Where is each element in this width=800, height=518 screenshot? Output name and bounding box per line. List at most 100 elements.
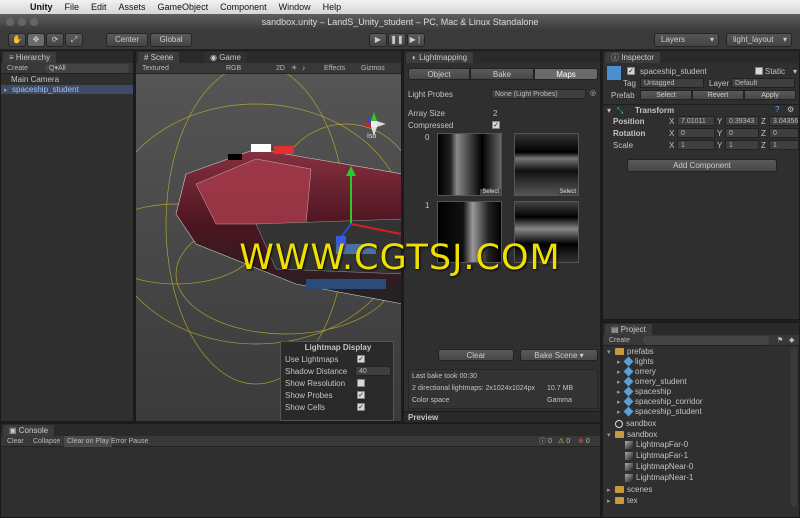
- 2d-toggle[interactable]: 2D: [276, 63, 285, 74]
- lightmap-far-0-thumbnail[interactable]: Select: [437, 133, 502, 196]
- error-count-toggle[interactable]: ⊗ 0: [578, 436, 590, 447]
- project-item-lightmapfar-1[interactable]: LightmapFar-1: [617, 451, 688, 460]
- project-scene-sandbox[interactable]: sandbox: [607, 419, 656, 428]
- prefab-apply-button[interactable]: Apply: [744, 90, 796, 100]
- select-button[interactable]: Select: [557, 189, 578, 195]
- use-lightmaps-checkbox[interactable]: ✓: [357, 355, 365, 363]
- hierarchy-item-spaceship-student[interactable]: ▸ spaceship_student: [1, 85, 133, 94]
- menu-assets[interactable]: Assets: [119, 2, 146, 12]
- lighting-toggle-icon[interactable]: ☀: [291, 63, 297, 74]
- console-clear-on-play-button[interactable]: Clear on Play: [64, 436, 113, 447]
- move-tool-icon[interactable]: ✥: [27, 33, 45, 47]
- transform-header[interactable]: ▾ ⤡ Transform ? ⚙: [603, 104, 799, 115]
- position-x-field[interactable]: 7.01011: [677, 116, 715, 126]
- layers-dropdown[interactable]: Layers: [654, 33, 719, 47]
- object-picker-icon[interactable]: ◎: [590, 89, 596, 97]
- close-dot-icon[interactable]: [6, 18, 14, 26]
- app-menu[interactable]: Unity: [30, 2, 53, 12]
- show-resolution-checkbox[interactable]: [357, 379, 365, 387]
- scale-z-field[interactable]: 1: [769, 140, 799, 150]
- settings-gear-icon[interactable]: ⚙: [787, 105, 794, 114]
- project-folder-sandbox[interactable]: ▾ sandbox: [607, 430, 657, 439]
- tab-inspector[interactable]: ⓘ Inspector: [605, 52, 661, 63]
- project-item-lightmapnear-1[interactable]: LightmapNear-1: [617, 473, 693, 482]
- project-item-lightmapnear-0[interactable]: LightmapNear-0: [617, 462, 693, 471]
- menu-window[interactable]: Window: [279, 2, 311, 12]
- project-folder-tex[interactable]: ▸ tex: [607, 496, 638, 505]
- project-item-orrery[interactable]: ▸ orrery: [617, 366, 656, 377]
- menu-component[interactable]: Component: [220, 2, 267, 12]
- clear-button[interactable]: Clear: [438, 349, 514, 361]
- array-size-value[interactable]: 2: [493, 109, 497, 118]
- info-count-toggle[interactable]: ⓘ 0: [539, 436, 552, 447]
- bake-scene-button[interactable]: Bake Scene ▾: [520, 349, 598, 361]
- scale-y-field[interactable]: 1: [725, 140, 759, 150]
- project-item-spaceship-corridor[interactable]: ▸ spaceship_corridor: [617, 396, 703, 407]
- tab-console[interactable]: ▣ Console: [3, 425, 55, 436]
- pause-button[interactable]: ❚❚: [388, 33, 406, 47]
- menu-file[interactable]: File: [65, 2, 80, 12]
- console-error-pause-button[interactable]: Error Pause: [111, 436, 148, 447]
- step-button[interactable]: ▶❘: [407, 33, 425, 47]
- project-folder-scenes[interactable]: ▸ scenes: [607, 485, 652, 494]
- scale-tool-icon[interactable]: ⤢: [65, 33, 83, 47]
- hand-tool-icon[interactable]: ✋: [8, 33, 26, 47]
- filter-icon[interactable]: ⚑: [777, 335, 783, 346]
- expand-arrow-icon[interactable]: ▸: [607, 497, 615, 505]
- warning-count-toggle[interactable]: ⚠ 0: [558, 436, 570, 447]
- shadow-distance-input[interactable]: 40: [355, 366, 391, 376]
- prefab-revert-button[interactable]: Revert: [692, 90, 744, 100]
- tab-hierarchy[interactable]: ≡ Hierarchy: [3, 52, 57, 63]
- hierarchy-create-button[interactable]: Create: [7, 65, 28, 72]
- prefab-select-button[interactable]: Select: [640, 90, 692, 100]
- shading-dropdown[interactable]: Textured: [142, 63, 169, 74]
- tab-lightmapping[interactable]: ◐ Lightmapping: [406, 52, 474, 63]
- pivot-toggle[interactable]: Center: [106, 33, 148, 47]
- show-probes-checkbox[interactable]: ✓: [357, 391, 365, 399]
- tag-dropdown[interactable]: Untagged: [640, 78, 704, 88]
- window-controls[interactable]: [6, 18, 38, 26]
- effects-dropdown[interactable]: Effects: [324, 63, 345, 74]
- expand-arrow-icon[interactable]: ▾: [607, 431, 615, 439]
- select-button[interactable]: Select: [480, 189, 501, 195]
- project-item-spaceship-student[interactable]: ▸ spaceship_student: [617, 406, 702, 417]
- tab-project[interactable]: ▤ Project: [605, 324, 652, 335]
- project-scrollbar[interactable]: [791, 347, 797, 507]
- minimize-dot-icon[interactable]: [18, 18, 26, 26]
- layout-dropdown[interactable]: light_layout: [726, 33, 792, 47]
- menu-edit[interactable]: Edit: [91, 2, 107, 12]
- console-collapse-button[interactable]: Collapse: [33, 436, 60, 447]
- static-checkbox[interactable]: [755, 67, 763, 75]
- position-z-field[interactable]: 3.04356: [769, 116, 799, 126]
- project-item-lightmapfar-0[interactable]: LightmapFar-0: [617, 440, 688, 449]
- project-folder-prefabs[interactable]: ▾ prefabs: [607, 347, 654, 356]
- expand-arrow-icon[interactable]: ▸: [607, 486, 615, 494]
- expand-arrow-icon[interactable]: ▸: [4, 86, 12, 94]
- project-search-input[interactable]: [643, 336, 769, 345]
- expand-arrow-icon[interactable]: ▾: [607, 348, 615, 356]
- tab-bake[interactable]: Bake: [470, 68, 534, 80]
- object-name-field[interactable]: spaceship_student: [640, 67, 707, 76]
- play-button[interactable]: ▶: [369, 33, 387, 47]
- active-checkbox[interactable]: ✓: [627, 67, 635, 75]
- space-toggle[interactable]: Global: [150, 33, 192, 47]
- project-item-orrery-student[interactable]: ▸ orrery_student: [617, 376, 687, 387]
- render-mode-dropdown[interactable]: RGB: [226, 63, 241, 74]
- preview-header[interactable]: Preview: [404, 411, 600, 422]
- static-dropdown-icon[interactable]: ▾: [793, 67, 797, 76]
- show-cells-checkbox[interactable]: ✓: [357, 403, 365, 411]
- tab-object[interactable]: Object: [408, 68, 470, 80]
- rotate-tool-icon[interactable]: ⟳: [46, 33, 64, 47]
- tab-maps[interactable]: Maps: [534, 68, 598, 80]
- layer-dropdown[interactable]: Default: [731, 78, 795, 88]
- bake-dropdown-icon[interactable]: ▾: [580, 351, 584, 360]
- add-component-button[interactable]: Add Component: [627, 159, 777, 172]
- light-probes-field[interactable]: None (Light Probes): [491, 89, 586, 99]
- console-clear-button[interactable]: Clear: [7, 436, 24, 447]
- tab-scene[interactable]: # Scene: [138, 52, 180, 63]
- project-item-spaceship[interactable]: ▸ spaceship: [617, 386, 671, 397]
- help-icon[interactable]: ?: [775, 105, 779, 114]
- gizmo-projection-label[interactable]: Iso: [367, 133, 376, 140]
- tab-game[interactable]: ◉ Game: [204, 52, 247, 63]
- rotation-z-field[interactable]: 0: [769, 128, 799, 138]
